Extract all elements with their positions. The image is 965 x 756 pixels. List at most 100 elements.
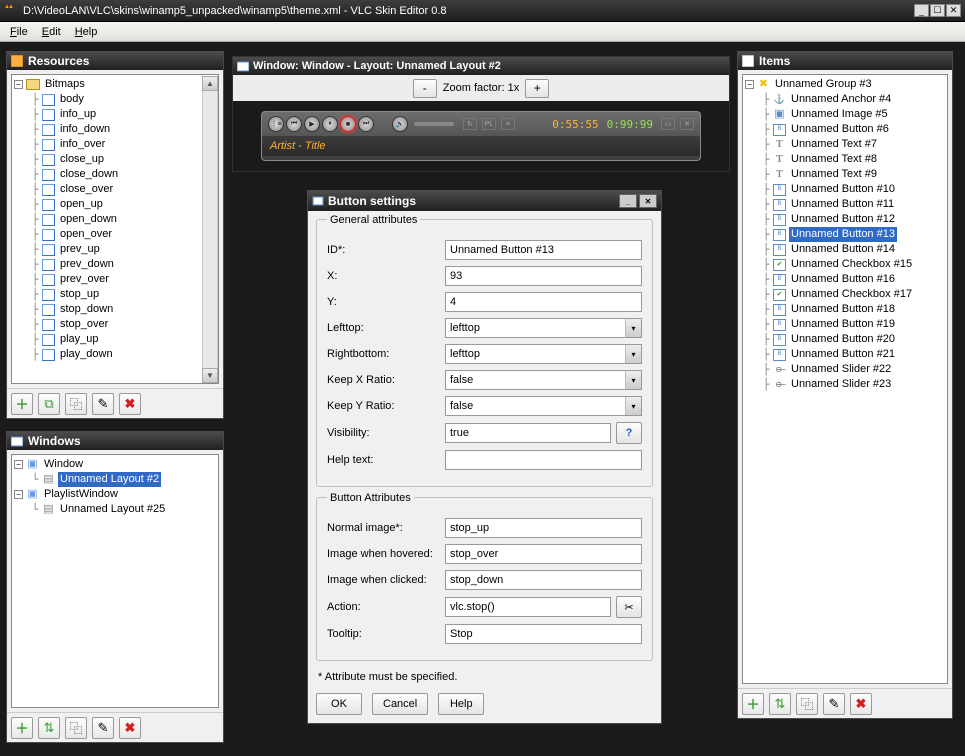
visibility-help-button[interactable]: ? xyxy=(616,422,642,444)
keepx-select[interactable]: false▾ xyxy=(445,370,642,390)
skin-stop-button[interactable]: ■ xyxy=(340,116,356,132)
helptext-input[interactable] xyxy=(445,450,642,470)
tree-item[interactable]: ├close_over xyxy=(14,182,216,197)
click-image-input[interactable] xyxy=(445,570,642,590)
zoom-in-button[interactable]: + xyxy=(525,79,549,98)
tree-item[interactable]: ├Unnamed Button #12 xyxy=(745,212,945,227)
tree-item[interactable]: ├Unnamed Button #16 xyxy=(745,272,945,287)
tree-item[interactable]: ├play_up xyxy=(14,332,216,347)
delete-button[interactable]: ✖ xyxy=(119,717,141,739)
menu-help[interactable]: Help xyxy=(68,24,105,40)
lefttop-select[interactable]: lefttop▾ xyxy=(445,318,642,338)
y-input[interactable] xyxy=(445,292,642,312)
tree-item[interactable]: ├Unnamed Button #18 xyxy=(745,302,945,317)
tree-item[interactable]: ├close_down xyxy=(14,167,216,182)
edit-button[interactable]: ✎ xyxy=(823,693,845,715)
skin-loop-button[interactable]: ↻ xyxy=(463,118,477,130)
preview-header[interactable]: Window: Window - Layout: Unnamed Layout … xyxy=(233,57,729,75)
tree-item[interactable]: ├stop_over xyxy=(14,317,216,332)
tree-item[interactable]: ├Unnamed Text #8 xyxy=(745,152,945,167)
skin-close-button[interactable]: ✕ xyxy=(680,118,694,130)
scroll-down[interactable]: ▼ xyxy=(202,368,218,383)
tree-root[interactable]: −Bitmaps xyxy=(14,77,216,92)
skin-vol-button[interactable]: 🔊 xyxy=(392,116,408,132)
preview-canvas[interactable]: ⋮≡ ⏮ ▶ ⏸ ■ ⏭ 🔊 ↻ PL ≡ 0:55:550:99:99 ▭ ✕ xyxy=(233,101,729,171)
skin-preview[interactable]: ⋮≡ ⏮ ▶ ⏸ ■ ⏭ 🔊 ↻ PL ≡ 0:55:550:99:99 ▭ ✕ xyxy=(261,111,701,161)
ok-button[interactable]: OK xyxy=(316,693,362,715)
add-button[interactable]: ＋ xyxy=(742,693,764,715)
copy-button[interactable]: ⿻ xyxy=(65,393,87,415)
id-input[interactable] xyxy=(445,240,642,260)
x-input[interactable] xyxy=(445,266,642,286)
skin-min-button[interactable]: ▭ xyxy=(661,118,675,130)
tooltip-input[interactable] xyxy=(445,624,642,644)
skin-play-button[interactable]: ▶ xyxy=(304,116,320,132)
dialog-header[interactable]: Button settings _ ✕ xyxy=(308,191,661,211)
menu-edit[interactable]: Edit xyxy=(35,24,68,40)
tree-item[interactable]: ├prev_down xyxy=(14,257,216,272)
tree-item[interactable]: ├Unnamed Text #9 xyxy=(745,167,945,182)
tree-item[interactable]: ├body xyxy=(14,92,216,107)
tree-item[interactable]: ├Unnamed Button #14 xyxy=(745,242,945,257)
action-input[interactable] xyxy=(445,597,611,617)
add-folder-button[interactable]: ⧉ xyxy=(38,393,60,415)
tree-item[interactable]: ├Unnamed Button #10 xyxy=(745,182,945,197)
tree-root[interactable]: −Unnamed Group #3 xyxy=(745,77,945,92)
skin-pl-button[interactable]: PL xyxy=(482,118,496,130)
tree-item[interactable]: ├Unnamed Image #5 xyxy=(745,107,945,122)
hover-image-input[interactable] xyxy=(445,544,642,564)
normal-image-input[interactable] xyxy=(445,518,642,538)
scrollbar-track[interactable] xyxy=(202,91,218,368)
tree-window-1[interactable]: −Window xyxy=(14,457,216,472)
tree-item[interactable]: ├prev_over xyxy=(14,272,216,287)
tree-layout-1[interactable]: └Unnamed Layout #2 xyxy=(14,472,216,487)
items-tree[interactable]: −Unnamed Group #3├Unnamed Anchor #4├Unna… xyxy=(742,74,948,684)
dialog-close[interactable]: ✕ xyxy=(639,194,657,208)
tree-item[interactable]: ├stop_up xyxy=(14,287,216,302)
scroll-up[interactable]: ▲ xyxy=(202,76,218,91)
help-button[interactable]: Help xyxy=(438,693,484,715)
tree-item[interactable]: ├Unnamed Checkbox #17 xyxy=(745,287,945,302)
resources-tree[interactable]: −Bitmaps├body├info_up├info_down├info_ove… xyxy=(11,74,219,384)
copy-button[interactable]: ⿻ xyxy=(796,693,818,715)
delete-button[interactable]: ✖ xyxy=(119,393,141,415)
tree-item[interactable]: ├stop_down xyxy=(14,302,216,317)
skin-prev-button[interactable]: ⏮ xyxy=(286,116,302,132)
move-button[interactable]: ⇅ xyxy=(38,717,60,739)
tree-item[interactable]: ├prev_up xyxy=(14,242,216,257)
edit-button[interactable]: ✎ xyxy=(92,717,114,739)
dialog-minimize[interactable]: _ xyxy=(619,194,637,208)
tree-item[interactable]: ├Unnamed Button #11 xyxy=(745,197,945,212)
move-button[interactable]: ⇅ xyxy=(769,693,791,715)
tree-item[interactable]: ├Unnamed Checkbox #15 xyxy=(745,257,945,272)
tree-item[interactable]: ├Unnamed Button #6 xyxy=(745,122,945,137)
skin-pause-button[interactable]: ⏸ xyxy=(322,116,338,132)
add-button[interactable]: ＋ xyxy=(11,717,33,739)
tree-item[interactable]: ├Unnamed Slider #22 xyxy=(745,362,945,377)
tree-item[interactable]: ├Unnamed Button #20 xyxy=(745,332,945,347)
tree-item[interactable]: ├Unnamed Button #13 xyxy=(745,227,945,242)
tree-item[interactable]: ├info_up xyxy=(14,107,216,122)
copy-button[interactable]: ⿻ xyxy=(65,717,87,739)
add-button[interactable]: ＋ xyxy=(11,393,33,415)
minimize-button[interactable]: _ xyxy=(914,4,929,17)
close-button[interactable]: ✕ xyxy=(946,4,961,17)
windows-tree[interactable]: −Window └Unnamed Layout #2 −PlaylistWind… xyxy=(11,454,219,708)
tree-item[interactable]: ├close_up xyxy=(14,152,216,167)
tree-item[interactable]: ├open_up xyxy=(14,197,216,212)
tree-item[interactable]: ├Unnamed Slider #23 xyxy=(745,377,945,392)
keepy-select[interactable]: false▾ xyxy=(445,396,642,416)
maximize-button[interactable]: ☐ xyxy=(930,4,945,17)
tree-item[interactable]: ├Unnamed Text #7 xyxy=(745,137,945,152)
tree-layout-2[interactable]: └Unnamed Layout #25 xyxy=(14,502,216,517)
visibility-input[interactable] xyxy=(445,423,611,443)
tree-item[interactable]: ├open_over xyxy=(14,227,216,242)
skin-opts-button[interactable]: ⋮≡ xyxy=(268,116,284,132)
skin-next-button[interactable]: ⏭ xyxy=(358,116,374,132)
tree-item[interactable]: ├info_over xyxy=(14,137,216,152)
skin-vol-slider[interactable] xyxy=(414,122,454,126)
edit-button[interactable]: ✎ xyxy=(92,393,114,415)
action-edit-button[interactable]: ✂ xyxy=(616,596,642,618)
tree-item[interactable]: ├Unnamed Button #21 xyxy=(745,347,945,362)
tree-item[interactable]: ├open_down xyxy=(14,212,216,227)
